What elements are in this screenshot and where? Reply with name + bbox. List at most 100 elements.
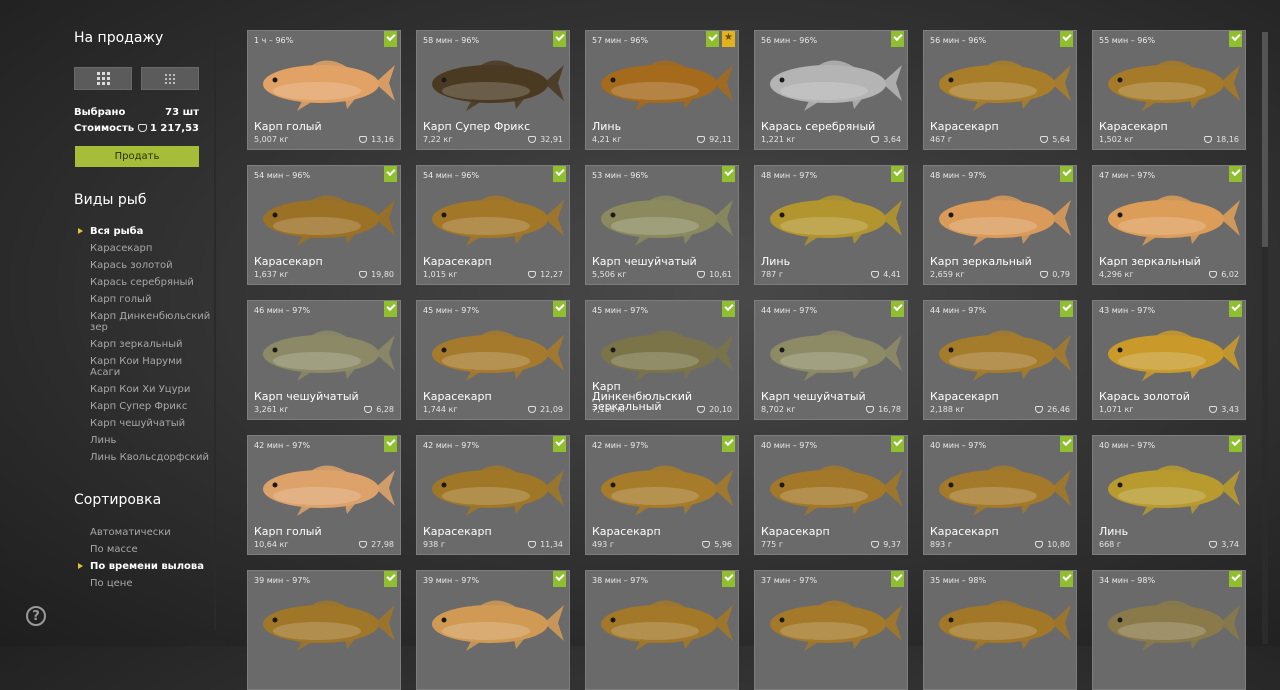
fish-card[interactable]: 1 ч – 96% Карп голый 5,007 кг 13,16 (247, 30, 401, 150)
fish-card[interactable]: 40 мин – 97% Карасекарп 893 г 10,80 (923, 435, 1077, 555)
selected-checkbox-icon[interactable] (1229, 301, 1242, 317)
selected-checkbox-icon[interactable] (722, 301, 735, 317)
selected-checkbox-icon[interactable] (1060, 301, 1073, 317)
selected-checkbox-icon[interactable] (1229, 571, 1242, 587)
fish-card[interactable]: 46 мин – 97% Карп чешуйчатый 3,261 кг 6,28 (247, 300, 401, 420)
selected-checkbox-icon[interactable] (1229, 436, 1242, 452)
fish-type-item-1[interactable]: Карасекарп (90, 243, 215, 254)
selected-checkbox-icon[interactable] (1229, 166, 1242, 182)
fish-name: Карасекарп (930, 120, 999, 133)
selected-checkbox-icon[interactable] (553, 571, 566, 587)
fish-card[interactable]: 47 мин – 97% Карп зеркальный 4,296 кг 6,02 (1092, 165, 1246, 285)
fish-name: Карп зеркальный (1099, 255, 1201, 268)
selected-checkbox-icon[interactable] (384, 166, 397, 182)
fish-card[interactable]: 45 мин – 97% Карп Динкенбюльский зеркальн… (585, 300, 739, 420)
sort-option-0[interactable]: Автоматически (90, 527, 204, 538)
selected-checkbox-icon[interactable] (1229, 31, 1242, 47)
fish-card[interactable]: 34 мин – 98% (1092, 570, 1246, 690)
selected-checkbox-icon[interactable] (1060, 571, 1073, 587)
scrollbar-thumb[interactable] (1262, 32, 1268, 247)
fish-name: Карп Супер Фрикс (423, 120, 531, 133)
coin-icon (1209, 541, 1218, 548)
fish-type-item-8[interactable]: Карп Кои Хи Уцури (90, 384, 215, 395)
sort-option-3[interactable]: По цене (90, 578, 204, 589)
coin-icon (871, 541, 880, 548)
fish-card[interactable]: 39 мин – 97% (416, 570, 570, 690)
selected-checkbox-icon[interactable] (722, 166, 735, 182)
fish-card[interactable]: 39 мин – 97% (247, 570, 401, 690)
selected-checkbox-icon[interactable] (891, 31, 904, 47)
fish-name: Карасекарп (592, 525, 661, 538)
selected-checkbox-icon[interactable] (553, 31, 566, 47)
fish-type-item-12[interactable]: Линь Квольсдорфский (90, 452, 215, 463)
fish-card[interactable]: 42 мин – 97% Карп голый 10,64 кг 27,98 (247, 435, 401, 555)
fish-image (601, 330, 733, 381)
selected-checkbox-icon[interactable] (1060, 31, 1073, 47)
fish-card[interactable]: 58 мин – 96% Карп Супер Фрикс 7,22 кг 32,91 (416, 30, 570, 150)
fish-card[interactable]: 56 мин – 96% Карась серебряный 1,221 кг 3,6… (754, 30, 908, 150)
selected-checkbox-icon[interactable] (384, 571, 397, 587)
fish-name: Карасекарп (1099, 120, 1168, 133)
fish-card[interactable]: 57 мин – 96% ★ Линь 4,21 кг 92,11 (585, 30, 739, 150)
fish-card[interactable]: 40 мин – 97% Линь 668 г 3,74 (1092, 435, 1246, 555)
selected-checkbox-icon[interactable] (384, 31, 397, 47)
fish-card[interactable]: 37 мин – 97% (754, 570, 908, 690)
selected-checkbox-icon[interactable] (553, 436, 566, 452)
catch-time-quality: 54 мин – 96% (423, 171, 480, 180)
fish-card[interactable]: 44 мин – 97% Карп чешуйчатый 8,702 кг 16,78 (754, 300, 908, 420)
fish-type-item-5[interactable]: Карп Динкенбюльский зер (90, 311, 215, 333)
fish-name: Карасекарп (930, 390, 999, 403)
sell-button[interactable]: Продать (75, 146, 199, 167)
selected-checkbox-icon[interactable] (722, 436, 735, 452)
small-grid-view-button[interactable] (141, 67, 199, 90)
fish-card[interactable]: 42 мин – 97% Карасекарп 938 г 11,34 (416, 435, 570, 555)
fish-card[interactable]: 38 мин – 97% (585, 570, 739, 690)
fish-card[interactable]: 56 мин – 96% Карасекарп 467 г 5,64 (923, 30, 1077, 150)
fish-card[interactable]: 43 мин – 97% Карась золотой 1,071 кг 3,43 (1092, 300, 1246, 420)
selected-checkbox-icon[interactable] (384, 301, 397, 317)
fish-card[interactable]: 53 мин – 96% Карп чешуйчатый 5,506 кг 10,61 (585, 165, 739, 285)
fish-image (601, 195, 733, 246)
sort-option-2[interactable]: По времени вылова (78, 561, 204, 572)
fish-type-item-9[interactable]: Карп Супер Фрикс (90, 401, 215, 412)
fish-price: 16,78 (866, 405, 901, 414)
fish-type-item-11[interactable]: Линь (90, 435, 215, 446)
fish-type-item-4[interactable]: Карп голый (90, 294, 215, 305)
fish-type-item-10[interactable]: Карп чешуйчатый (90, 418, 215, 429)
fish-card[interactable]: 54 мин – 96% Карасекарп 1,637 кг 19,80 (247, 165, 401, 285)
fish-image (1108, 465, 1240, 516)
fish-card[interactable]: 45 мин – 97% Карасекарп 1,744 кг 21,09 (416, 300, 570, 420)
selected-checkbox-icon[interactable] (891, 436, 904, 452)
fish-type-item-3[interactable]: Карась серебряный (90, 277, 215, 288)
fish-weight: 1,221 кг (761, 135, 796, 144)
fish-price-value: 5,64 (1052, 135, 1070, 144)
fish-card[interactable]: 55 мин – 96% Карасекарп 1,502 кг 18,16 (1092, 30, 1246, 150)
selected-checkbox-icon[interactable] (891, 166, 904, 182)
selected-checkbox-icon[interactable] (706, 31, 719, 47)
fish-type-item-7[interactable]: Карп Кои Наруми Асаги (90, 356, 215, 378)
large-grid-view-button[interactable] (74, 67, 132, 90)
selected-checkbox-icon[interactable] (384, 436, 397, 452)
selected-checkbox-icon[interactable] (1060, 436, 1073, 452)
fish-card[interactable]: 35 мин – 98% (923, 570, 1077, 690)
selected-checkbox-icon[interactable] (891, 301, 904, 317)
fish-image (939, 330, 1071, 381)
fish-type-item-0[interactable]: Вся рыба (78, 226, 215, 237)
selected-checkbox-icon[interactable] (553, 301, 566, 317)
fish-card[interactable]: 48 мин – 97% Линь 787 г 4,41 (754, 165, 908, 285)
fish-card[interactable]: 54 мин – 96% Карасекарп 1,015 кг 12,27 (416, 165, 570, 285)
selected-checkbox-icon[interactable] (1060, 166, 1073, 182)
fish-card[interactable]: 40 мин – 97% Карасекарп 775 г 9,37 (754, 435, 908, 555)
catch-time-quality: 46 мин – 97% (254, 306, 311, 315)
fish-type-item-2[interactable]: Карась золотой (90, 260, 215, 271)
fish-card[interactable]: 42 мин – 97% Карасекарп 493 г 5,96 (585, 435, 739, 555)
help-button[interactable]: ? (26, 606, 46, 626)
fish-type-item-6[interactable]: Карп зеркальный (90, 339, 215, 350)
selected-checkbox-icon[interactable] (722, 571, 735, 587)
selected-checkbox-icon[interactable] (553, 166, 566, 182)
fish-card[interactable]: 48 мин – 97% Карп зеркальный 2,659 кг 0,79 (923, 165, 1077, 285)
fish-card[interactable]: 44 мин – 97% Карасекарп 2,188 кг 26,46 (923, 300, 1077, 420)
sort-option-1[interactable]: По массе (90, 544, 204, 555)
selected-checkbox-icon[interactable] (891, 571, 904, 587)
favorite-star-icon[interactable]: ★ (722, 31, 735, 47)
